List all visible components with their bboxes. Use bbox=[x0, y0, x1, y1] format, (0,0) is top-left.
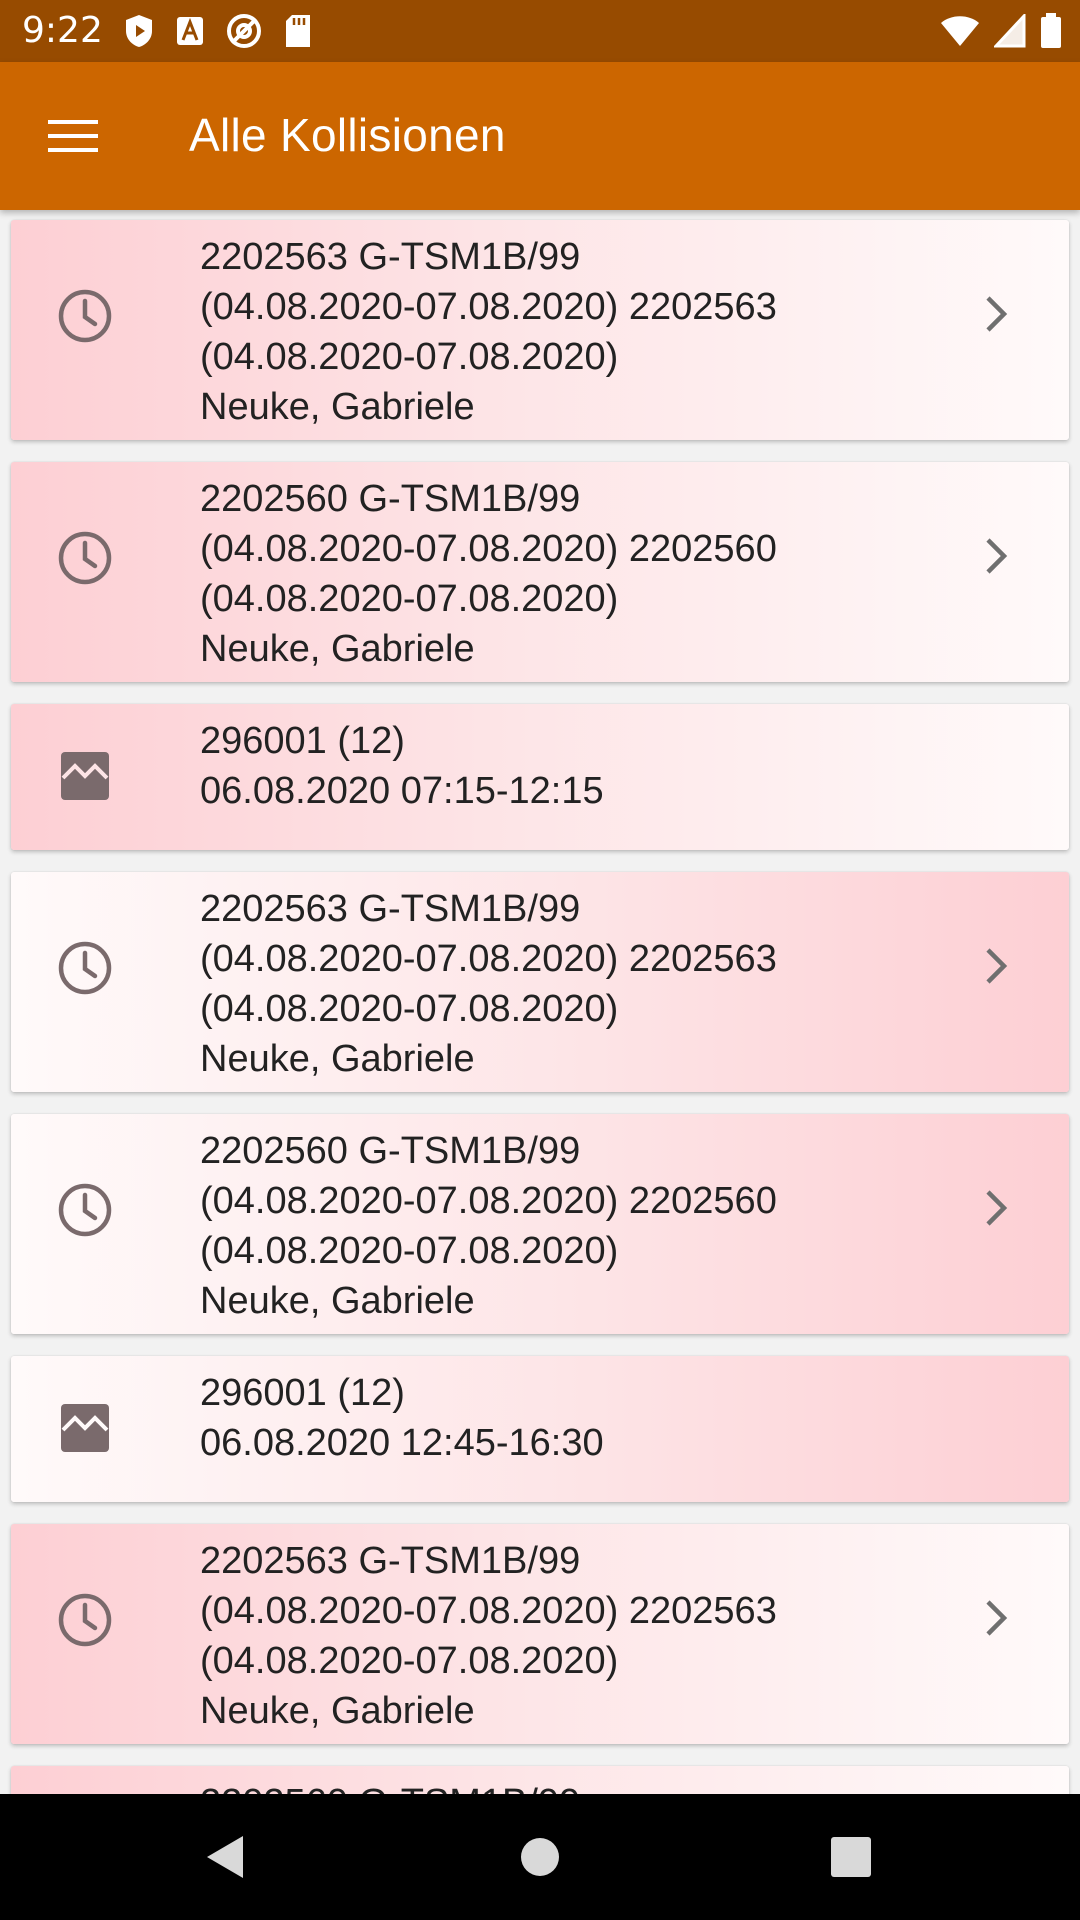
page-title: Alle Kollisionen bbox=[189, 109, 506, 161]
signal-icon bbox=[994, 14, 1026, 48]
sd-card-icon bbox=[286, 15, 310, 47]
menu-button[interactable] bbox=[30, 96, 116, 176]
chevron-right-icon bbox=[986, 1190, 1008, 1226]
chevron-right-icon bbox=[986, 296, 1008, 332]
chevron-right-icon bbox=[986, 948, 1008, 984]
image-placeholder-icon bbox=[61, 752, 109, 800]
system-icons bbox=[940, 12, 1062, 50]
list-item-text: 2202560 G-TSM1B/99 bbox=[200, 1778, 880, 1794]
hamburger-menu-icon bbox=[48, 120, 98, 152]
clock-icon bbox=[58, 1183, 112, 1237]
list-item[interactable]: 296001 (12) 06.08.2020 12:45-16:30 bbox=[11, 1356, 1069, 1502]
list-item[interactable]: 2202560 G-TSM1B/99 (04.08.2020-07.08.202… bbox=[11, 462, 1069, 682]
list-item[interactable]: 2202563 G-TSM1B/99 (04.08.2020-07.08.202… bbox=[11, 1524, 1069, 1744]
font-a-icon bbox=[177, 17, 203, 45]
collision-list[interactable]: 2202563 G-TSM1B/99 (04.08.2020-07.08.202… bbox=[0, 210, 1080, 1794]
clock-icon bbox=[58, 941, 112, 995]
navigation-bar bbox=[0, 1794, 1080, 1920]
clock-icon bbox=[58, 289, 112, 343]
list-item[interactable]: 2202560 G-TSM1B/99 (04.08.2020-07.08.202… bbox=[11, 1114, 1069, 1334]
list-item-text: 2202563 G-TSM1B/99 (04.08.2020-07.08.202… bbox=[200, 1540, 777, 1732]
notification-icons bbox=[124, 12, 312, 50]
at-sign-icon bbox=[227, 14, 261, 48]
recents-button[interactable] bbox=[818, 1824, 884, 1890]
list-item-text: 296001 (12) 06.08.2020 07:15-12:15 bbox=[200, 720, 604, 812]
clock-icon bbox=[58, 1593, 112, 1647]
list-item[interactable]: 296001 (12) 06.08.2020 07:15-12:15 bbox=[11, 704, 1069, 850]
play-protect-icon bbox=[126, 15, 152, 47]
home-button[interactable] bbox=[507, 1824, 573, 1890]
list-item-text: 296001 (12) 06.08.2020 12:45-16:30 bbox=[200, 1372, 604, 1464]
list-item[interactable]: 2202563 G-TSM1B/99 (04.08.2020-07.08.202… bbox=[11, 220, 1069, 440]
chevron-right-icon bbox=[986, 1600, 1008, 1636]
image-placeholder-icon bbox=[61, 1404, 109, 1452]
list-item[interactable]: 2202563 G-TSM1B/99 (04.08.2020-07.08.202… bbox=[11, 872, 1069, 1092]
home-icon bbox=[521, 1838, 559, 1876]
list-item-text: 2202563 G-TSM1B/99 (04.08.2020-07.08.202… bbox=[200, 236, 777, 428]
list-item-text: 2202560 G-TSM1B/99 (04.08.2020-07.08.202… bbox=[200, 1130, 777, 1322]
list-item[interactable]: 2202560 G-TSM1B/99 bbox=[11, 1766, 1069, 1794]
wifi-icon bbox=[941, 16, 979, 46]
list-item-text: 2202560 G-TSM1B/99 (04.08.2020-07.08.202… bbox=[200, 478, 777, 670]
clock-icon bbox=[58, 531, 112, 585]
status-bar: 9:22 bbox=[0, 0, 1080, 62]
chevron-right-icon bbox=[986, 538, 1008, 574]
back-button[interactable] bbox=[192, 1824, 258, 1890]
list-item-text: 2202563 G-TSM1B/99 (04.08.2020-07.08.202… bbox=[200, 888, 777, 1080]
back-icon bbox=[207, 1836, 243, 1878]
recents-icon bbox=[831, 1837, 871, 1877]
app-bar: Alle Kollisionen bbox=[0, 62, 1080, 210]
battery-icon bbox=[1041, 13, 1061, 48]
status-time: 9:22 bbox=[22, 10, 103, 51]
